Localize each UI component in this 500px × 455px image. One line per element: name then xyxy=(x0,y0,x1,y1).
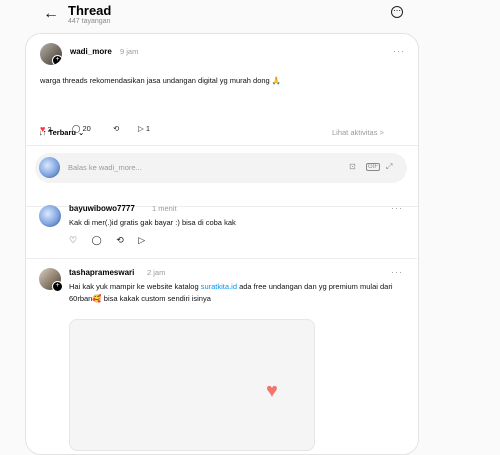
share-button[interactable]: ▷ 1 xyxy=(138,124,150,133)
reply-text: Hai kak yuk mampir ke website katalog su… xyxy=(69,281,409,305)
website-link[interactable]: suratkita.id xyxy=(201,282,237,291)
reply-placeholder[interactable]: Balas ke wadi_more... xyxy=(68,163,142,172)
share-count: 1 xyxy=(145,124,151,133)
like-icon[interactable]: ♡ xyxy=(69,235,77,245)
avatar[interactable]: + xyxy=(40,43,62,65)
reply-time: 1 menit xyxy=(152,204,177,213)
reply-more-icon[interactable]: ··· xyxy=(391,267,403,277)
reply-time: 2 jam xyxy=(147,268,166,277)
post-more-icon[interactable]: ··· xyxy=(393,46,405,56)
reply-text: Kak di mer(.)id gratis gak bayar :) bisa… xyxy=(69,218,236,227)
post-time: 9 jam xyxy=(120,47,139,56)
divider xyxy=(25,258,417,259)
post-username[interactable]: wadi_more xyxy=(70,47,112,56)
divider xyxy=(26,145,418,146)
avatar[interactable] xyxy=(39,205,61,227)
share-icon[interactable]: ▷ xyxy=(138,235,145,245)
repost-icon[interactable]: ⟲ xyxy=(116,235,124,245)
back-arrow-icon[interactable]: ← xyxy=(43,6,59,22)
reply-actions: ♡ ◯ ⟲ ▷ xyxy=(69,235,145,246)
sticker-icon[interactable]: ⊡ xyxy=(349,162,356,171)
follow-plus-icon[interactable]: + xyxy=(52,281,63,292)
reply-more-icon[interactable]: ··· xyxy=(391,203,403,213)
repost-icon: ⟲ xyxy=(113,124,120,133)
heart-icon: ♥ xyxy=(266,380,278,402)
comment-icon[interactable]: ◯ xyxy=(92,235,102,245)
repost-button[interactable]: ⟲ xyxy=(113,124,119,133)
top-bar: ← Thread 447 tayangan ⋯ xyxy=(0,0,500,32)
reply-input-box[interactable]: Balas ke wadi_more... ⊡ GIF ⤢ xyxy=(35,153,407,183)
share-icon: ▷ xyxy=(138,124,144,133)
view-count: 447 tayangan xyxy=(68,18,111,25)
view-activity-link[interactable]: Lihat aktivitas > xyxy=(332,128,384,137)
gif-icon[interactable]: GIF xyxy=(366,163,380,171)
post-text: warga threads rekomendasikan jasa undang… xyxy=(40,76,282,85)
more-options-icon[interactable]: ⋯ xyxy=(391,6,403,18)
sort-dropdown[interactable]: ↓↑ Terbaru ⌄ xyxy=(39,128,84,137)
reply-username[interactable]: tashaprameswari xyxy=(69,268,134,277)
expand-icon[interactable]: ⤢ xyxy=(386,162,392,172)
reply-username[interactable]: bayuwibowo7777 xyxy=(69,204,135,213)
reply-text-part: Hai kak yuk mampir ke website katalog xyxy=(69,282,201,291)
avatar[interactable]: + xyxy=(39,268,63,292)
avatar xyxy=(39,157,60,178)
media-preview[interactable]: ♥ xyxy=(69,319,315,451)
page-title: Thread xyxy=(68,3,112,18)
follow-plus-icon[interactable]: + xyxy=(52,55,62,65)
